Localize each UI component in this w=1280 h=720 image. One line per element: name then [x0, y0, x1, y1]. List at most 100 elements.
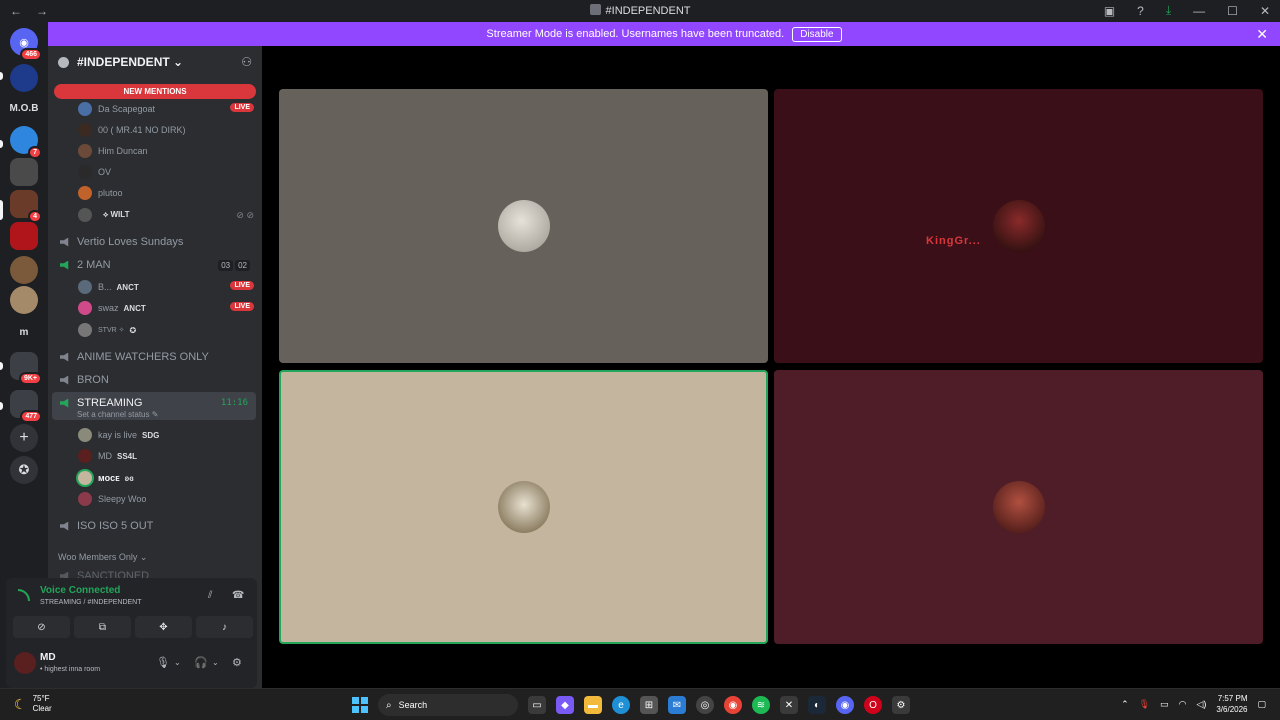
voice-user[interactable]: Sleepy Woo [78, 490, 254, 508]
avatar [78, 280, 92, 294]
settings-gear-icon[interactable]: ⚙ [232, 656, 242, 669]
spotify-icon[interactable]: ≋ [752, 696, 770, 714]
minimize-button[interactable]: — [1193, 4, 1205, 18]
disconnect-icon[interactable]: ☎ [232, 590, 244, 601]
invite-people-icon[interactable]: ⚇ [241, 55, 252, 69]
notification-icon[interactable]: ▢ [1257, 699, 1266, 710]
steam-icon[interactable]: ◐ [808, 696, 826, 714]
avatar [78, 301, 92, 315]
noise-suppression-icon[interactable]: ⫽ [208, 590, 212, 601]
activities-button[interactable]: ✥ [135, 616, 192, 638]
participant-tile[interactable]: KingGr... [774, 89, 1263, 363]
disable-streamer-mode-button[interactable]: Disable [792, 26, 842, 42]
new-mentions-button[interactable]: NEW MENTIONS [54, 84, 256, 99]
server-m[interactable]: m [10, 318, 38, 346]
cast-icon[interactable]: ▣ [1104, 4, 1115, 18]
user-status: • highest inna room [40, 666, 101, 673]
weather-widget[interactable]: ☾ 75°F Clear [14, 694, 52, 714]
settings-icon[interactable]: ⚙ [892, 696, 910, 714]
app-icon[interactable]: ◎ [696, 696, 714, 714]
server-icon[interactable] [10, 64, 38, 92]
clock-time: 7:57 PM [1217, 694, 1248, 703]
server-icon[interactable] [10, 158, 38, 186]
voice-channel-streaming[interactable]: STREAMING Set a channel status ✎ 11:16 [52, 392, 256, 420]
taskbar-search[interactable]: ⌕ Search [378, 694, 518, 716]
opera-icon[interactable]: O [864, 696, 882, 714]
volume-icon[interactable]: ◁) [1196, 699, 1206, 710]
participant-tile[interactable] [279, 89, 768, 363]
close-window-button[interactable]: ✕ [1260, 4, 1270, 18]
download-icon[interactable]: ⤓ [1166, 3, 1171, 18]
maximize-button[interactable]: ☐ [1227, 4, 1238, 18]
clan-tag: SDG [142, 430, 160, 440]
voice-user[interactable]: plutoo [78, 184, 254, 202]
add-server-icon[interactable]: + [10, 424, 38, 452]
chrome-icon[interactable]: ◉ [724, 696, 742, 714]
voice-connected-title[interactable]: Voice Connected [40, 585, 120, 596]
wifi-icon[interactable]: ◠ [1179, 699, 1187, 710]
store-icon[interactable]: ⊞ [640, 696, 658, 714]
voice-user[interactable]: B... ANCT LIVE [78, 278, 254, 296]
server-folder-icon[interactable]: 477 [10, 390, 42, 423]
discord-home-icon[interactable]: ◉ 466 [10, 28, 42, 61]
chevron-up-icon[interactable]: ⌃ [1121, 699, 1129, 710]
voice-user[interactable]: STVR ✧ ✪ [78, 321, 254, 339]
chevron-down-icon[interactable]: ⌄ [212, 658, 219, 667]
user-name[interactable]: MD [40, 652, 56, 663]
channel-status[interactable]: Set a channel status ✎ [77, 410, 158, 419]
share-screen-button[interactable]: ⧉ [74, 616, 131, 638]
voice-channel-vertio[interactable]: Vertio Loves Sundays [60, 236, 183, 248]
microphone-icon[interactable]: 🎙 [156, 656, 170, 669]
headphones-icon[interactable]: 🎧 [194, 656, 208, 669]
help-icon[interactable]: ? [1137, 4, 1144, 18]
server-mob[interactable]: M.O.B [9, 94, 39, 122]
voice-channel-2man[interactable]: 2 MAN 03 02 [60, 259, 256, 271]
voice-user[interactable]: Da Scapegoat LIVE [78, 100, 254, 118]
voice-user[interactable]: swaz ANCT LIVE [78, 299, 254, 317]
display-icon[interactable]: ▭ [1160, 699, 1169, 710]
voice-user[interactable]: OV [78, 163, 254, 181]
user-count: 03 02 [218, 259, 250, 271]
edge-icon[interactable]: e [612, 696, 630, 714]
voice-user-name: Sleepy Woo [98, 494, 147, 504]
microphone-icon[interactable]: 🎙 [1139, 699, 1150, 710]
server-icon[interactable]: 7 [10, 126, 42, 159]
chevron-down-icon[interactable]: ⌄ [174, 658, 181, 667]
voice-channel-anime[interactable]: ANIME WATCHERS ONLY [60, 351, 209, 363]
soundboard-button[interactable]: ♪ [196, 616, 253, 638]
voice-user[interactable]: MD SS4L [78, 447, 254, 465]
avatar[interactable] [14, 652, 36, 674]
guild-header[interactable]: #INDEPENDENT ⌄ ⚇ [48, 46, 262, 78]
camera-off-button[interactable]: ⊘ [13, 616, 70, 638]
server-icon[interactable]: 4 [10, 190, 42, 223]
voice-user[interactable]: Him Duncan [78, 142, 254, 160]
server-icon[interactable] [10, 256, 38, 284]
mail-icon[interactable]: ✉ [668, 696, 686, 714]
signal-icon[interactable] [18, 589, 30, 601]
voice-user-name: plutoo [98, 188, 123, 198]
voice-user[interactable]: ⟡ WILT ⊘ ⊘ [78, 206, 254, 224]
windows-start-icon[interactable] [352, 697, 368, 713]
banner-close-icon[interactable]: ✕ [1256, 26, 1268, 43]
server-icon[interactable] [10, 286, 38, 314]
xbox-icon[interactable]: ✕ [780, 696, 798, 714]
file-explorer-icon[interactable]: ▬ [584, 696, 602, 714]
server-icon[interactable] [10, 222, 38, 250]
discover-icon[interactable]: ✪ [10, 456, 38, 484]
voice-user[interactable]: ᴍᴏᴄᴇ ʚɞ [78, 469, 254, 487]
voice-channel-iso[interactable]: ISO ISO 5 OUT [60, 520, 153, 532]
clock[interactable]: 7:57 PM 3/6/2026 [1216, 693, 1247, 715]
server-folder-icon[interactable]: 9K+ [10, 352, 42, 385]
voice-connected-channel[interactable]: STREAMING / #INDEPENDENT [40, 599, 142, 606]
voice-user[interactable]: 00 ( MR.41 NO DIRK) [78, 121, 254, 139]
voice-channel-bron[interactable]: BRON [60, 374, 109, 386]
copilot-icon[interactable]: ◆ [556, 696, 574, 714]
task-view-icon[interactable]: ▭ [528, 696, 546, 714]
channel-name: 2 MAN [77, 259, 111, 271]
participant-tile-speaking[interactable] [279, 370, 768, 644]
call-timer: 11:16 [220, 398, 248, 408]
participant-tile[interactable] [774, 370, 1263, 644]
voice-user[interactable]: kay is live SDG [78, 426, 254, 444]
category-woo-members[interactable]: Woo Members Only ⌄ [58, 552, 147, 563]
discord-icon[interactable]: ◉ [836, 696, 854, 714]
